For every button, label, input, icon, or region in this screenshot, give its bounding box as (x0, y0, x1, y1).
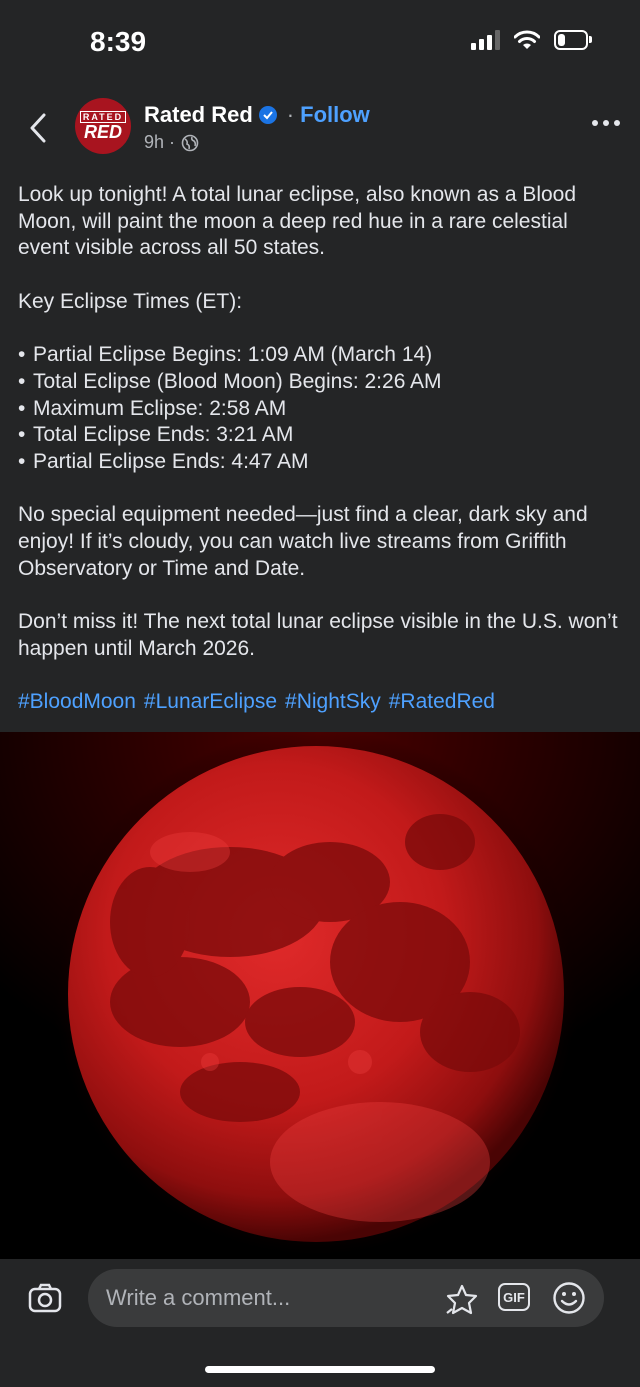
list-item: Total Eclipse Ends: 3:21 AM (18, 422, 622, 449)
eclipse-times-list: Partial Eclipse Begins: 1:09 AM (March 1… (18, 342, 622, 476)
hashtags: #BloodMoon #LunarEclipse #NightSky #Rate… (18, 689, 622, 716)
post-header: RATED RED Rated Red · Follow 9h · (0, 90, 640, 170)
more-options-button[interactable] (592, 120, 620, 126)
battery-icon (554, 30, 592, 50)
gif-button[interactable]: GIF (498, 1283, 530, 1311)
camera-button[interactable] (28, 1283, 62, 1318)
chevron-left-icon (30, 113, 46, 143)
post-meta: 9h · (144, 132, 199, 153)
list-item: Total Eclipse (Blood Moon) Begins: 2:26 … (18, 369, 622, 396)
camera-icon (28, 1283, 62, 1313)
comment-placeholder: Write a comment... (106, 1285, 291, 1310)
more-dots-icon (592, 120, 598, 126)
post-photo[interactable] (0, 732, 640, 1259)
wifi-icon (514, 30, 540, 49)
post-timestamp[interactable]: 9h · (144, 132, 175, 153)
back-button[interactable] (20, 108, 56, 148)
status-time: 8:39 (90, 26, 147, 57)
status-bar: 8:39 (0, 0, 640, 80)
hashtag-link[interactable]: #NightSky (285, 689, 381, 716)
separator-dot: · (286, 102, 295, 127)
emoji-icon[interactable] (552, 1281, 586, 1315)
gif-label: GIF (503, 1289, 525, 1305)
avatar-logo-bottom: RED (83, 122, 122, 142)
post-text: Look up tonight! A total lunar eclipse, … (18, 182, 622, 716)
comment-input[interactable]: Write a comment... GIF (88, 1269, 604, 1327)
list-item: Partial Eclipse Begins: 1:09 AM (March 1… (18, 342, 622, 369)
list-item: Partial Eclipse Ends: 4:47 AM (18, 449, 622, 476)
globe-icon (181, 134, 199, 151)
hashtag-link[interactable]: #BloodMoon (18, 689, 136, 716)
hashtag-link[interactable]: #RatedRed (389, 689, 495, 716)
avatar[interactable]: RATED RED (75, 98, 131, 154)
sticker-icon[interactable] (444, 1283, 480, 1317)
status-icons (471, 30, 592, 50)
cellular-signal-icon (471, 30, 500, 50)
times-heading: Key Eclipse Times (ET): (18, 289, 243, 313)
post-advice: No special equipment needed—just find a … (18, 503, 588, 580)
page-name-row: Rated Red · Follow (144, 102, 370, 128)
post-next-eclipse: Don’t miss it! The next total lunar ecli… (18, 610, 618, 660)
hashtag-link[interactable]: #LunarEclipse (144, 689, 277, 716)
page-name[interactable]: Rated Red (144, 102, 253, 128)
follow-button[interactable]: Follow (300, 102, 370, 128)
list-item: Maximum Eclipse: 2:58 AM (18, 396, 622, 423)
home-indicator[interactable] (205, 1366, 435, 1373)
comment-bar: Write a comment... GIF (0, 1259, 640, 1387)
blood-moon-image (0, 732, 640, 1259)
verified-badge-icon (258, 106, 277, 124)
post-intro: Look up tonight! A total lunar eclipse, … (18, 183, 577, 260)
